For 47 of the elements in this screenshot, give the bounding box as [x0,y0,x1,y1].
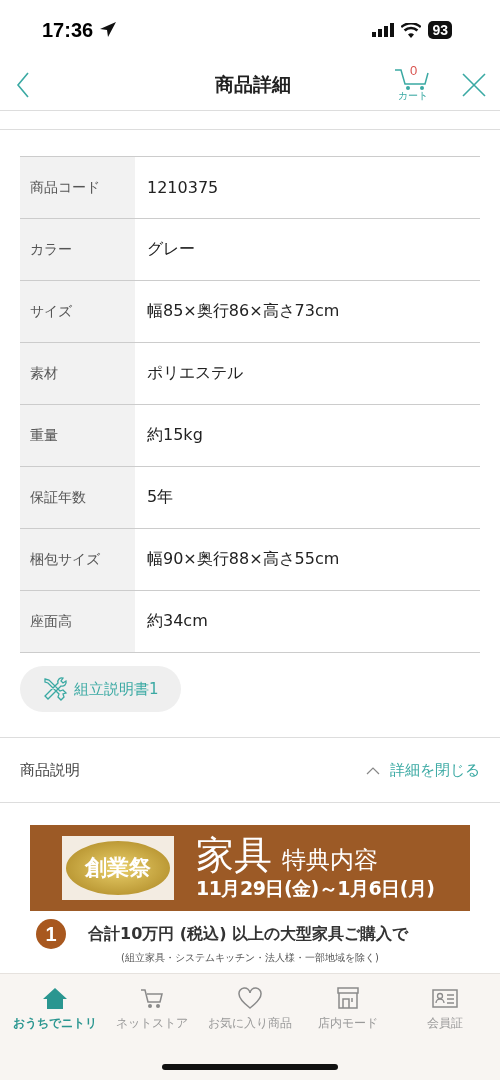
spec-label: 保証年数 [20,467,135,528]
spec-value: 5年 [146,486,175,508]
spec-label: カラー [20,219,135,280]
spec-label: 素材 [20,343,135,404]
location-arrow-icon [99,21,118,39]
section-title: 商品説明 [20,760,80,780]
cart-button[interactable]: 0 カート [390,67,436,103]
benefit-number: 1 [36,919,66,949]
banner-title: 家具 [196,834,272,876]
assembly-manual-button[interactable]: 組立説明書1 [20,666,181,712]
banner-subtitle: 特典内容 [282,845,378,876]
spec-value: グレー [146,238,196,260]
spec-value: 幅90×奥行88×高さ55cm [146,548,341,570]
battery-level: 93 [428,21,452,39]
close-icon[interactable] [462,73,486,97]
tab-item[interactable]: おうちでニトリ [6,986,104,1031]
store-icon [334,986,361,1010]
heart-icon [237,986,263,1010]
spec-value: 1210375 [146,177,220,199]
spec-value: 幅85×奥行86×高さ73cm [146,300,341,322]
id-card-icon [432,986,459,1010]
wifi-icon [401,22,422,38]
signal-icon [372,23,395,37]
tab-item[interactable]: ネットストア [103,986,202,1031]
spec-label: 重量 [20,405,135,466]
page-title: 商品詳細 [214,72,292,97]
clock-time: 17:36 [42,18,94,42]
tab-item[interactable]: 店内モード [298,986,397,1031]
collapse-details-link[interactable]: 詳細を閉じる [366,760,480,780]
spec-value: ポリエステル [146,362,244,384]
home-icon [41,986,68,1010]
spec-label: 商品コード [20,157,135,218]
chevron-up-icon [366,765,380,775]
back-icon[interactable] [16,72,30,98]
event-logo: 創業祭 [66,841,170,895]
benefit-text: 合計10万円 (税込) 以上の大型家具ご購入で [88,923,409,945]
spec-label: 座面高 [20,591,135,652]
spec-label: 梱包サイズ [20,529,135,590]
cart-icon [139,986,166,1010]
spec-label: サイズ [20,281,135,342]
tab-item[interactable]: 会員証 [396,986,494,1031]
tab-item[interactable]: お気に入り商品 [201,986,299,1031]
tools-icon [42,676,68,702]
spec-value: 約34cm [146,610,209,632]
spec-value: 約15kg [146,424,204,446]
benefit-note: (組立家具・システムキッチン・法人様・一部地域を除く) [120,951,380,964]
banner-dates: 11月29日(金)～1月6日(月) [196,876,435,901]
